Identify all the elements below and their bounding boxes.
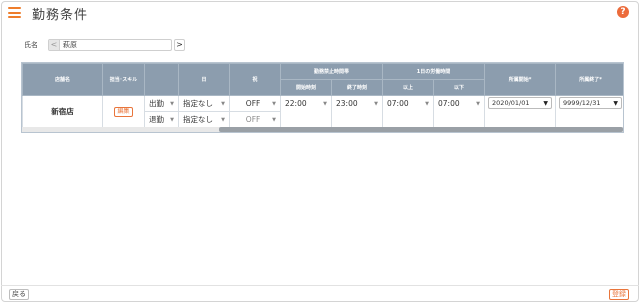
header-max-hours: 以下	[433, 79, 486, 96]
horizontal-scrollbar[interactable]	[22, 127, 623, 132]
header-belong-start[interactable]: 所属開始*	[484, 63, 557, 96]
employee-name-box: < 萩原	[48, 39, 172, 51]
dropdown-caret-icon: ▼	[374, 100, 379, 107]
dropdown-caret-icon: ▼	[272, 116, 276, 123]
dropdown-caret-icon: ▼	[170, 100, 174, 107]
dropdown-caret-icon: ▼	[221, 116, 225, 123]
work-conditions-table: 店舗名 担当･スキル 日 祝 勤務禁止時間帯 1日の労働時間 所属開始* 所属終…	[21, 62, 624, 133]
belong-end-cell: 9999/12/31 ▼	[555, 95, 623, 128]
hamburger-menu-icon[interactable]	[8, 7, 21, 18]
help-icon[interactable]: ?	[617, 6, 629, 18]
previous-employee-button[interactable]: <	[49, 40, 60, 50]
belong-start-cell: 2020/01/01 ▼	[484, 95, 557, 128]
header-daily-hours-group: 1日の労働時間	[382, 63, 486, 80]
holiday-out-value: OFF	[245, 115, 261, 124]
clock-out-label: 退勤	[149, 115, 164, 124]
min-hours-select[interactable]: 07:00 ▼	[382, 95, 435, 128]
clock-in-label: 出勤	[149, 99, 164, 108]
max-hours-select[interactable]: 07:00 ▼	[433, 95, 486, 128]
register-button[interactable]: 登録	[609, 289, 629, 300]
header-end-time: 終了時刻	[330, 79, 384, 96]
start-time-value: 22:00	[285, 99, 307, 108]
day-out-value: 指定なし	[183, 115, 213, 124]
dropdown-caret-icon: ▼	[221, 100, 225, 107]
belong-start-value: 2020/01/01	[492, 99, 530, 107]
header-prohibited-group: 勤務禁止時間帯	[279, 63, 384, 80]
skill-cell: 編集	[102, 95, 145, 128]
employee-name-value: 萩原	[63, 41, 77, 49]
dropdown-caret-icon: ▼	[613, 99, 619, 107]
end-time-value: 23:00	[336, 99, 358, 108]
header-skill: 担当･スキル	[102, 63, 145, 96]
holiday-in-select[interactable]: OFF ▼	[229, 95, 281, 112]
day-out-select[interactable]: 指定なし ▼	[178, 111, 230, 128]
dropdown-caret-icon: ▼	[272, 100, 276, 107]
main-window: 勤務条件 ? 氏名 < 萩原 > 店舗名 担当･スキル 日 祝 勤務禁止時間帯 …	[1, 1, 639, 302]
scrollbar-thumb[interactable]	[219, 127, 623, 132]
back-button[interactable]: 戻る	[9, 289, 29, 300]
dropdown-caret-icon: ▼	[476, 100, 481, 107]
dropdown-caret-icon: ▼	[323, 100, 327, 107]
holiday-out-select: OFF ▼	[229, 111, 281, 128]
header-min-hours: 以上	[382, 79, 435, 96]
dropdown-caret-icon: ▼	[543, 99, 549, 107]
end-time-select[interactable]: 23:00 ▼	[330, 95, 384, 128]
belong-start-select[interactable]: 2020/01/01 ▼	[488, 97, 553, 109]
dropdown-caret-icon: ▼	[170, 116, 174, 123]
dropdown-caret-icon: ▼	[425, 100, 430, 107]
belong-end-select[interactable]: 9999/12/31 ▼	[559, 97, 623, 109]
header-belong-end[interactable]: 所属終了*	[555, 63, 623, 96]
header-store: 店舗名	[22, 63, 103, 96]
employee-selector: 氏名 < 萩原 >	[24, 39, 185, 51]
store-name-cell: 新宿店	[22, 95, 103, 128]
belong-end-value: 9999/12/31	[563, 99, 601, 107]
day-in-value: 指定なし	[183, 99, 213, 108]
employee-name-label: 氏名	[24, 41, 38, 49]
max-hours-value: 07:00	[438, 99, 460, 108]
clock-in-select[interactable]: 出勤 ▼	[144, 95, 179, 112]
holiday-in-value: OFF	[245, 99, 261, 108]
start-time-select[interactable]: 22:00 ▼	[280, 95, 332, 128]
next-employee-button[interactable]: >	[174, 39, 185, 51]
header-holiday: 祝	[229, 63, 281, 96]
page-title: 勤務条件	[32, 8, 89, 23]
clock-out-select[interactable]: 退勤 ▼	[144, 111, 179, 128]
day-in-select[interactable]: 指定なし ▼	[178, 95, 230, 112]
min-hours-value: 07:00	[387, 99, 409, 108]
header-day: 日	[178, 63, 230, 96]
table-row: 新宿店 編集 出勤 ▼ 指定なし ▼ OFF ▼ 22:00 ▼ 23:00 ▼…	[22, 95, 623, 128]
header-blank	[144, 63, 179, 96]
header-start-time: 開始時刻	[280, 79, 332, 96]
edit-skill-button[interactable]: 編集	[114, 107, 133, 117]
footer-divider	[1, 285, 639, 286]
